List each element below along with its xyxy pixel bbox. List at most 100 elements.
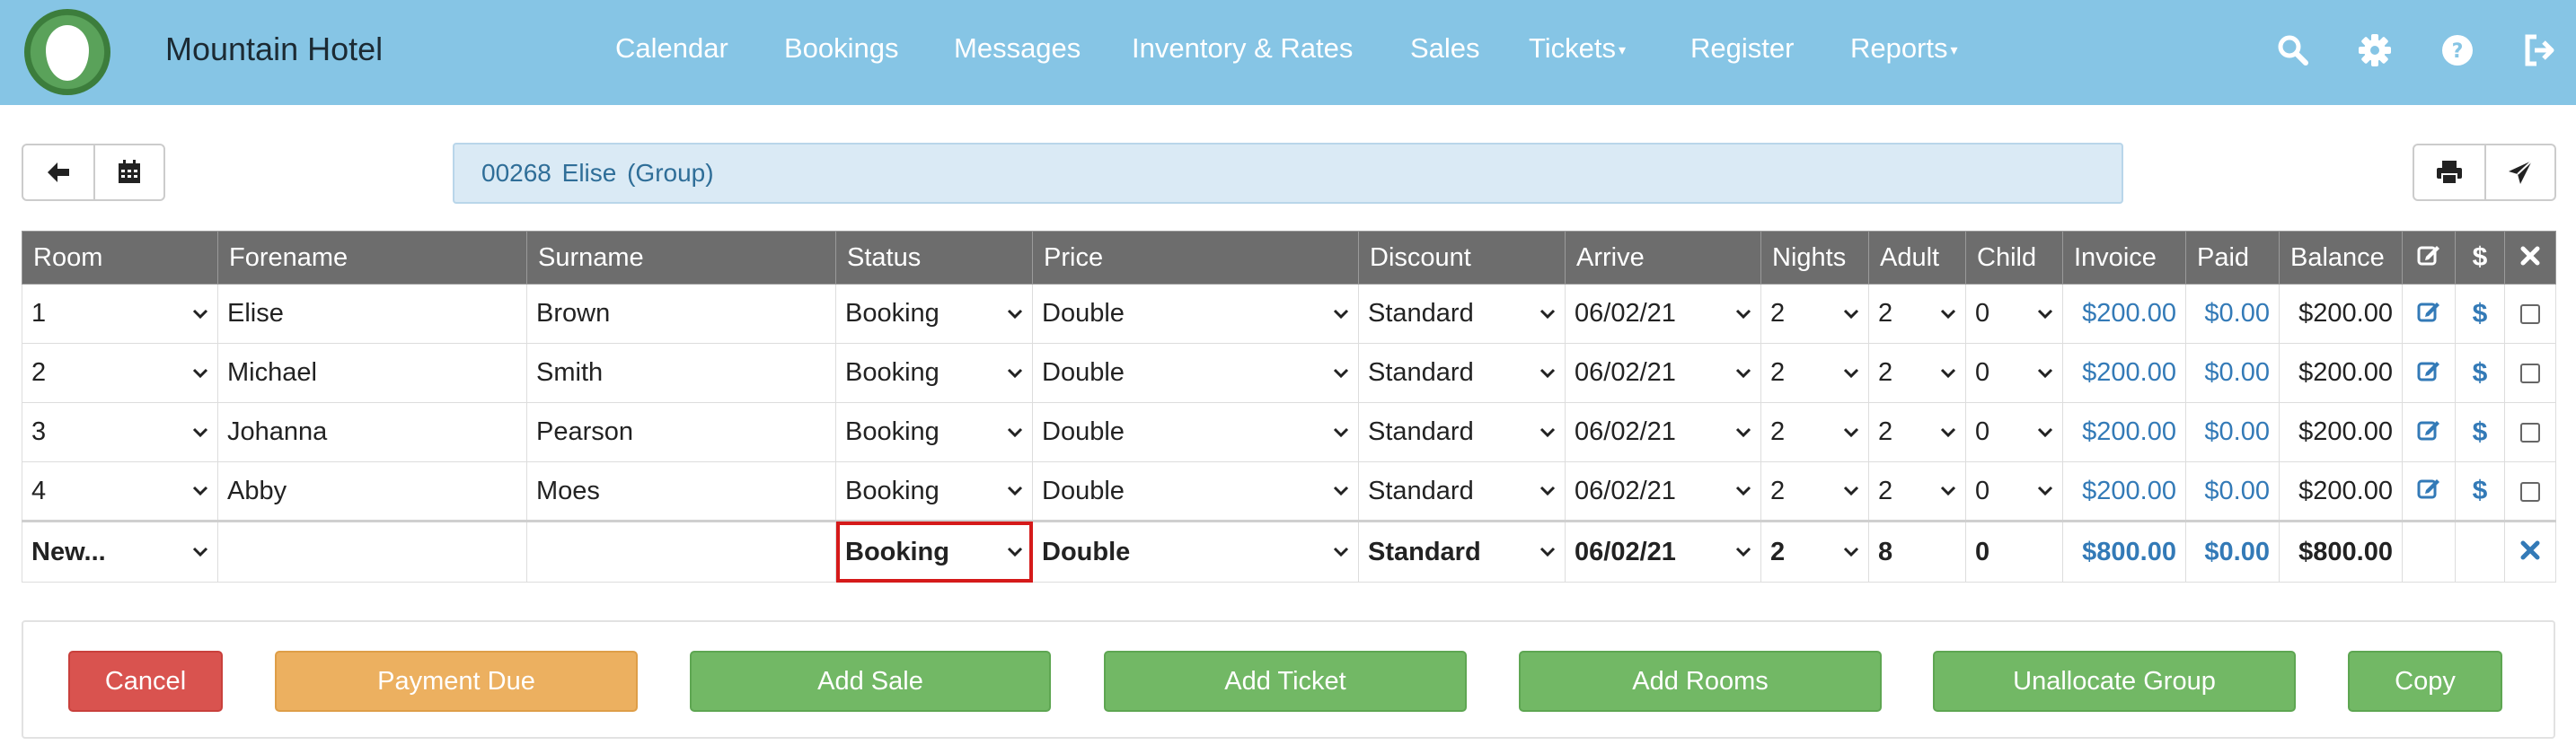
payment-button[interactable]: $ — [2455, 402, 2505, 462]
status-select[interactable]: Booking — [835, 343, 1033, 403]
status-select[interactable]: Booking — [835, 461, 1033, 522]
status-select[interactable]: Booking — [835, 284, 1033, 344]
surname-cell[interactable]: Smith — [526, 343, 836, 403]
invoice-link[interactable]: $200.00 — [2062, 343, 2186, 403]
nav-inventory-rates[interactable]: Inventory & Rates — [1132, 32, 1353, 65]
price-select[interactable]: Double — [1032, 402, 1359, 462]
paid-link[interactable]: $0.00 — [2185, 343, 2280, 403]
invoice-link[interactable]: $200.00 — [2062, 461, 2186, 522]
status-value: Booking — [845, 476, 940, 505]
adult-select[interactable]: 2 — [1868, 284, 1966, 344]
arrive-select[interactable]: 06/02/21 — [1565, 461, 1761, 522]
payment-due-button[interactable]: Payment Due — [275, 651, 638, 712]
payment-button[interactable]: $ — [2455, 461, 2505, 522]
search-icon[interactable] — [2275, 32, 2311, 68]
nav-bookings[interactable]: Bookings — [784, 32, 899, 65]
forename-cell[interactable]: Elise — [217, 284, 527, 344]
chevron-down-icon — [2037, 368, 2053, 378]
new-discount-select[interactable]: Standard — [1358, 520, 1566, 583]
clear-selection-button[interactable] — [2504, 520, 2556, 583]
new-status-select[interactable]: Booking — [835, 520, 1033, 583]
room-select[interactable]: 1 — [22, 284, 218, 344]
total-paid-link[interactable]: $0.00 — [2185, 520, 2280, 583]
nav-messages[interactable]: Messages — [954, 32, 1081, 65]
new-room-select[interactable]: New... — [22, 520, 218, 583]
copy-button[interactable]: Copy — [2348, 651, 2502, 712]
status-select[interactable]: Booking — [835, 402, 1033, 462]
nav-reports[interactable]: Reports ▾ — [1850, 32, 1958, 65]
nights-select[interactable]: 2 — [1760, 402, 1869, 462]
surname-cell[interactable]: Moes — [526, 461, 836, 522]
surname-cell[interactable]: Pearson — [526, 402, 836, 462]
price-select[interactable]: Double — [1032, 461, 1359, 522]
nights-select[interactable]: 2 — [1760, 343, 1869, 403]
row-checkbox[interactable] — [2520, 481, 2540, 502]
invoice-link[interactable]: $200.00 — [2062, 284, 2186, 344]
close-icon[interactable] — [2520, 246, 2540, 266]
room-select[interactable]: 2 — [22, 343, 218, 403]
status-value: Booking — [845, 299, 940, 328]
calendar-button[interactable] — [93, 145, 163, 199]
add-sale-button[interactable]: Add Sale — [690, 651, 1051, 712]
row-checkbox[interactable] — [2520, 304, 2540, 325]
discount-select[interactable]: Standard — [1358, 461, 1566, 522]
child-select[interactable]: 0 — [1965, 343, 2063, 403]
unallocate-group-button[interactable]: Unallocate Group — [1933, 651, 2296, 712]
help-icon[interactable]: ? — [2439, 32, 2475, 68]
payment-button[interactable]: $ — [2455, 284, 2505, 344]
room-select[interactable]: 4 — [22, 461, 218, 522]
child-select[interactable]: 0 — [1965, 461, 2063, 522]
new-arrive-select[interactable]: 06/02/21 — [1565, 520, 1761, 583]
col-select — [2504, 231, 2556, 285]
adult-select[interactable]: 2 — [1868, 461, 1966, 522]
price-select[interactable]: Double — [1032, 284, 1359, 344]
adult-select[interactable]: 2 — [1868, 402, 1966, 462]
nights-select[interactable]: 2 — [1760, 284, 1869, 344]
cancel-button[interactable]: Cancel — [68, 651, 223, 712]
arrive-select[interactable]: 06/02/21 — [1565, 284, 1761, 344]
row-checkbox[interactable] — [2520, 423, 2540, 443]
room-select[interactable]: 3 — [22, 402, 218, 462]
edit-button[interactable] — [2402, 284, 2456, 344]
payment-button[interactable]: $ — [2455, 343, 2505, 403]
arrive-select[interactable]: 06/02/21 — [1565, 343, 1761, 403]
paid-link[interactable]: $0.00 — [2185, 284, 2280, 344]
row-checkbox[interactable] — [2520, 364, 2540, 384]
add-rooms-button[interactable]: Add Rooms — [1519, 651, 1882, 712]
add-ticket-button[interactable]: Add Ticket — [1104, 651, 1467, 712]
back-button[interactable] — [23, 145, 93, 199]
invoice-link[interactable]: $200.00 — [2062, 402, 2186, 462]
new-price-select[interactable]: Double — [1032, 520, 1359, 583]
edit-button[interactable] — [2402, 343, 2456, 403]
nav-calendar[interactable]: Calendar — [615, 32, 728, 65]
send-button[interactable] — [2484, 145, 2554, 199]
edit-button[interactable] — [2402, 402, 2456, 462]
paid-link[interactable]: $0.00 — [2185, 461, 2280, 522]
forename-cell[interactable]: Michael — [217, 343, 527, 403]
nav-register[interactable]: Register — [1690, 32, 1794, 65]
edit-button[interactable] — [2402, 461, 2456, 522]
forename-cell[interactable]: Johanna — [217, 402, 527, 462]
paid-link[interactable]: $0.00 — [2185, 402, 2280, 462]
nav-sales[interactable]: Sales — [1410, 32, 1480, 65]
discount-select[interactable]: Standard — [1358, 284, 1566, 344]
surname-cell[interactable]: Brown — [526, 284, 836, 344]
brand-name[interactable]: Mountain Hotel — [165, 31, 383, 68]
arrive-select[interactable]: 06/02/21 — [1565, 402, 1761, 462]
gear-icon[interactable] — [2357, 32, 2393, 68]
nights-select[interactable]: 2 — [1760, 461, 1869, 522]
adult-select[interactable]: 2 — [1868, 343, 1966, 403]
logout-icon[interactable] — [2522, 32, 2558, 68]
nav-tickets[interactable]: Tickets ▾ — [1529, 32, 1626, 65]
new-nights-select[interactable]: 2 — [1760, 520, 1869, 583]
new-room-row: New... Booking Double Standard 06/02/21 … — [22, 520, 2556, 583]
child-select[interactable]: 0 — [1965, 402, 2063, 462]
discount-select[interactable]: Standard — [1358, 343, 1566, 403]
child-select[interactable]: 0 — [1965, 284, 2063, 344]
price-select[interactable]: Double — [1032, 343, 1359, 403]
total-invoice-link[interactable]: $800.00 — [2062, 520, 2186, 583]
forename-cell[interactable]: Abby — [217, 461, 527, 522]
chevron-down-icon — [1843, 486, 1859, 496]
discount-select[interactable]: Standard — [1358, 402, 1566, 462]
print-button[interactable] — [2414, 145, 2484, 199]
